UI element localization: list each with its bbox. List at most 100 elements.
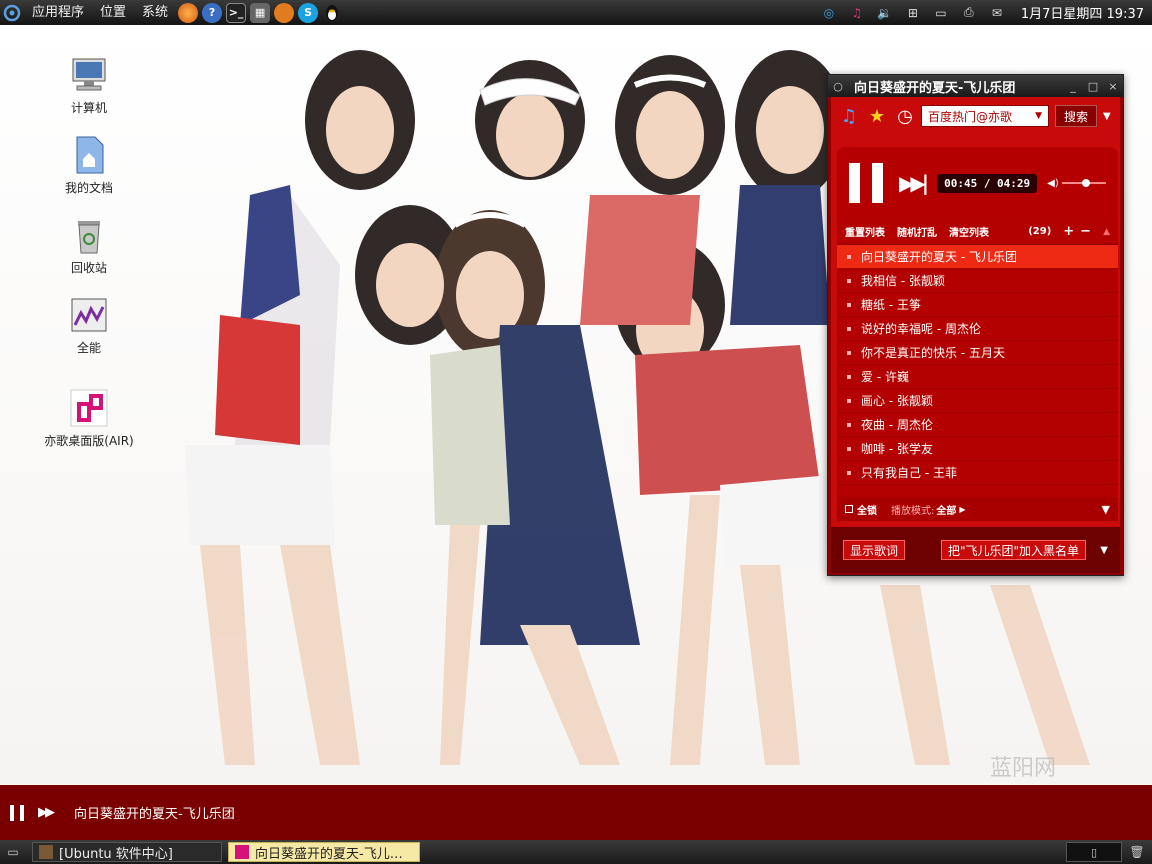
play-mode-arrow-icon[interactable]: ▶ bbox=[959, 505, 965, 514]
task-label: 向日葵盛开的夏天-飞儿… bbox=[255, 846, 403, 862]
song-title: 画心 - 张靓颖 bbox=[861, 394, 933, 408]
bullet-icon bbox=[847, 374, 851, 379]
watermark-text: 蓝阳网 bbox=[990, 755, 1056, 780]
help-icon[interactable]: ? bbox=[202, 2, 223, 23]
song-row[interactable]: 我相信 - 张靓颖 bbox=[837, 269, 1118, 293]
song-title: 说好的幸福呢 - 周杰伦 bbox=[861, 322, 981, 336]
display-icon[interactable]: ▭ bbox=[931, 4, 951, 22]
pause-button[interactable] bbox=[849, 163, 883, 203]
song-row[interactable]: 咖啡 - 张学友 bbox=[837, 437, 1118, 461]
play-mode-value[interactable]: 全部 bbox=[936, 502, 956, 517]
source-dropdown[interactable]: 百度热门@亦歌 ▼ bbox=[921, 105, 1049, 127]
show-lyrics-button[interactable]: 显示歌词 bbox=[843, 540, 906, 560]
menu-system[interactable]: 系统 bbox=[134, 0, 176, 25]
playlist-controls: 重置列表 随机打乱 清空列表 (29) + − ▲ bbox=[837, 219, 1118, 245]
task-software-center[interactable]: [Ubuntu 软件中心] bbox=[32, 842, 222, 862]
menu-applications[interactable]: 应用程序 bbox=[24, 0, 92, 25]
player-titlebar[interactable]: ○ 向日葵盛开的夏天-飞儿乐团 _ □ × bbox=[828, 75, 1123, 97]
volume-knob[interactable] bbox=[1081, 179, 1090, 187]
history-clock-icon[interactable]: ◷ bbox=[893, 104, 917, 128]
strip-next-button[interactable]: ▶▶ bbox=[38, 805, 55, 820]
network-swirl-icon[interactable]: ◎ bbox=[819, 4, 839, 22]
desktop-icon-yige-air[interactable]: 亦歌桌面版(AIR) bbox=[34, 388, 144, 449]
calculator-icon[interactable]: ▦ bbox=[250, 2, 271, 23]
add-icon[interactable]: + bbox=[1063, 224, 1074, 239]
clock[interactable]: 1月7日星期四 19:37 bbox=[1011, 3, 1152, 22]
song-row[interactable]: 说好的幸福呢 - 周杰伦 bbox=[837, 317, 1118, 341]
song-title: 夜曲 - 周杰伦 bbox=[861, 418, 933, 432]
clear-list-button[interactable]: 清空列表 bbox=[949, 224, 989, 239]
monitor-app-icon bbox=[69, 295, 109, 335]
music-note-icon[interactable]: ♫ bbox=[837, 104, 861, 128]
playback-panel: ▶▶| 00:45 / 04:29 ◀) bbox=[837, 147, 1118, 219]
skype-icon[interactable]: S bbox=[298, 2, 319, 23]
desktop-icon-trash[interactable]: 回收站 bbox=[34, 215, 144, 276]
playlist-count: (29) bbox=[1028, 226, 1052, 237]
song-title: 糖纸 - 王筝 bbox=[861, 298, 921, 312]
music-note-icon[interactable]: ♫ bbox=[847, 4, 867, 22]
chevron-down-icon: ▼ bbox=[1035, 111, 1042, 121]
remove-icon[interactable]: − bbox=[1080, 224, 1091, 239]
playlist-panel: 重置列表 随机打乱 清空列表 (29) + − ▲ 向日葵盛开的夏天 - 飞儿乐… bbox=[837, 219, 1118, 521]
bottom-menu-arrow-icon[interactable]: ▼ bbox=[1100, 545, 1108, 556]
firefox-icon[interactable] bbox=[178, 2, 199, 23]
next-track-button[interactable]: ▶▶| bbox=[899, 171, 929, 195]
desktop-icon-documents[interactable]: 我的文档 bbox=[34, 135, 144, 196]
favorite-star-icon[interactable]: ★ bbox=[865, 104, 889, 128]
minimize-button[interactable]: _ bbox=[1063, 80, 1083, 93]
song-title: 你不是真正的快乐 - 五月天 bbox=[861, 346, 1005, 360]
song-row[interactable]: 爱 - 许巍 bbox=[837, 365, 1118, 389]
bullet-icon bbox=[847, 470, 851, 475]
song-row[interactable]: 画心 - 张靓颖 bbox=[837, 389, 1118, 413]
source-dropdown-value: 百度热门@亦歌 bbox=[928, 109, 1013, 124]
play-mode-label: 播放模式: bbox=[891, 505, 935, 517]
desktop-icon-monitor-app[interactable]: 全能 bbox=[34, 295, 144, 356]
desktop-icon-label: 全能 bbox=[76, 341, 101, 355]
trash-applet-icon[interactable]: 🗑 bbox=[1126, 842, 1148, 862]
toolbar-menu-arrow-icon[interactable]: ▼ bbox=[1103, 111, 1111, 122]
song-row[interactable]: 你不是真正的快乐 - 五月天 bbox=[837, 341, 1118, 365]
mail-icon[interactable]: ✉ bbox=[987, 4, 1007, 22]
show-desktop-icon[interactable]: ▭ bbox=[0, 842, 26, 862]
player-window-title: 向日葵盛开的夏天-飞儿乐团 bbox=[854, 80, 1016, 96]
scroll-up-icon[interactable]: ▲ bbox=[1103, 227, 1110, 237]
song-row[interactable]: 只有我自己 - 王菲 bbox=[837, 461, 1118, 485]
time-display: 00:45 / 04:29 bbox=[937, 173, 1038, 193]
strip-pause-button[interactable] bbox=[10, 804, 24, 821]
yige-logo-icon bbox=[69, 388, 109, 428]
song-row[interactable]: 向日葵盛开的夏天 - 飞儿乐团 bbox=[837, 245, 1118, 269]
lock-all-label[interactable]: 全锁 bbox=[857, 502, 877, 517]
search-button[interactable]: 搜索 bbox=[1055, 105, 1098, 127]
basketball-icon[interactable] bbox=[274, 2, 295, 23]
bullet-icon bbox=[847, 254, 851, 259]
song-row[interactable]: 夜曲 - 周杰伦 bbox=[837, 413, 1118, 437]
reset-list-button[interactable]: 重置列表 bbox=[845, 224, 885, 239]
top-panel: 应用程序 位置 系统 ? >_ ▦ S ◎ ♫ 🔉 ⊞ ▭ ⎙ ✉ 1月7日星期… bbox=[0, 0, 1152, 25]
shuffle-list-button[interactable]: 随机打乱 bbox=[897, 224, 937, 239]
add-to-blacklist-button[interactable]: 把"飞儿乐团"加入黑名单 bbox=[941, 540, 1087, 560]
lock-all-checkbox[interactable] bbox=[845, 505, 853, 513]
yige-logo-icon bbox=[235, 845, 249, 859]
menu-places[interactable]: 位置 bbox=[92, 0, 134, 25]
network-icon[interactable]: ⊞ bbox=[903, 4, 923, 22]
desktop-icon-computer[interactable]: 计算机 bbox=[34, 55, 144, 116]
volume-slider[interactable]: ◀) bbox=[1047, 178, 1106, 189]
now-playing-strip: ▶▶ 向日葵盛开的夏天-飞儿乐团 bbox=[0, 785, 1152, 840]
workspace-switcher[interactable]: ▯ bbox=[1066, 842, 1122, 862]
maximize-button[interactable]: □ bbox=[1083, 80, 1103, 93]
window-menu-icon[interactable]: ○ bbox=[828, 80, 848, 93]
software-center-icon bbox=[39, 845, 53, 859]
playlist-footer: 全锁 播放模式: 全部 ▶ ▼ bbox=[837, 497, 1118, 521]
close-button[interactable]: × bbox=[1103, 80, 1123, 93]
terminal-icon[interactable]: >_ bbox=[226, 2, 247, 23]
list-expand-icon[interactable]: ▼ bbox=[1102, 503, 1110, 516]
volume-icon[interactable]: 🔉 bbox=[875, 4, 895, 22]
ubuntu-logo-icon[interactable] bbox=[2, 3, 22, 23]
song-row[interactable]: 糖纸 - 王筝 bbox=[837, 293, 1118, 317]
qq-penguin-icon[interactable] bbox=[322, 3, 342, 23]
strip-song-title: 向日葵盛开的夏天-飞儿乐团 bbox=[74, 807, 235, 822]
bullet-icon bbox=[847, 350, 851, 355]
task-player[interactable]: 向日葵盛开的夏天-飞儿… bbox=[228, 842, 420, 862]
printer-icon[interactable]: ⎙ bbox=[959, 4, 979, 22]
desktop-icon-label: 回收站 bbox=[70, 261, 107, 275]
